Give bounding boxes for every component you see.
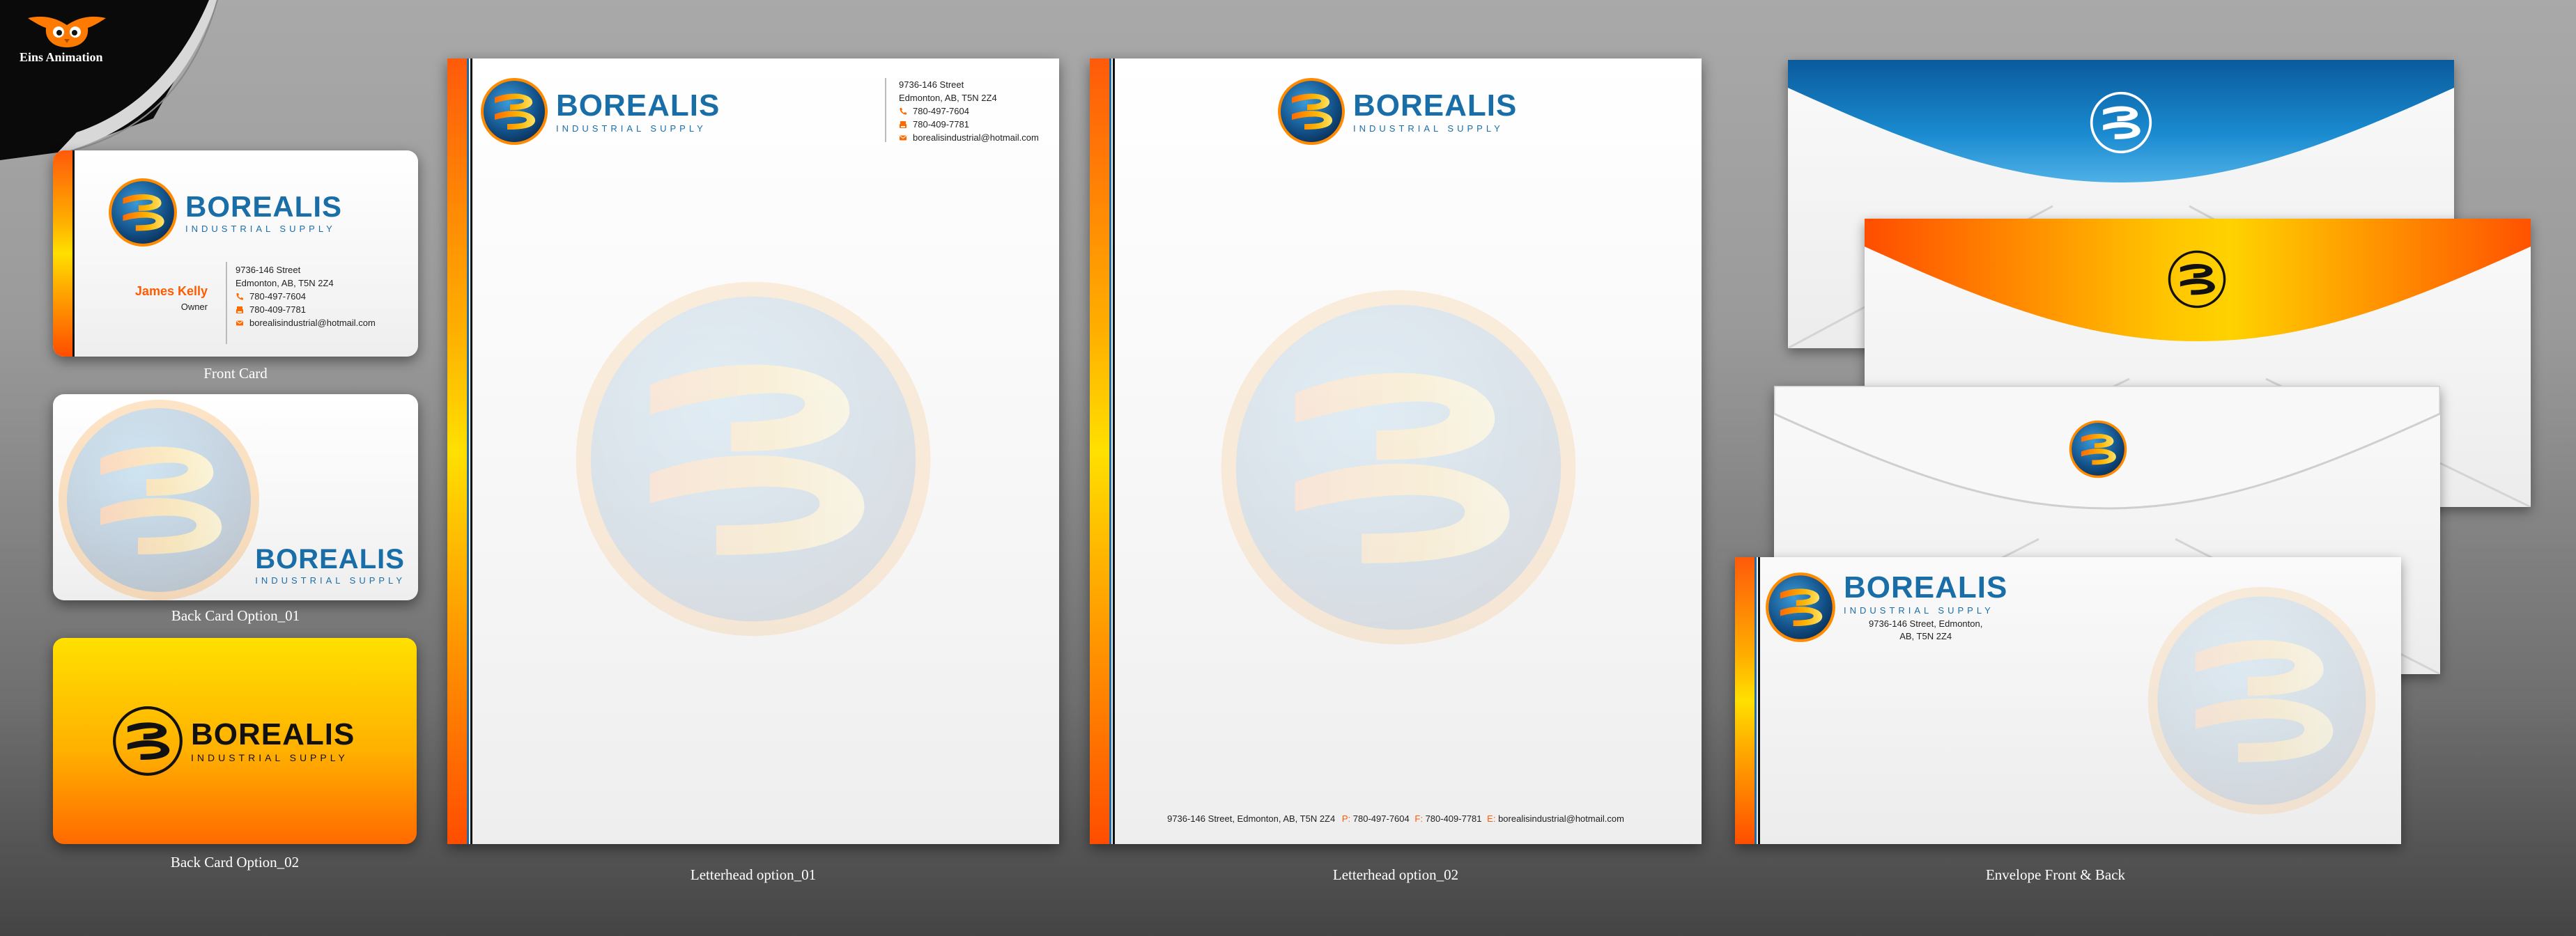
footer-address: 9736-146 Street, Edmonton, AB, T5N 2Z4 (1167, 813, 1336, 824)
caption-letterhead-02: Letterhead option_02 (1332, 866, 1459, 883)
brand-subtitle: INDUSTRIAL SUPPLY (191, 752, 348, 763)
envelope-address-line1: 9736-146 Street, Edmonton, (1869, 618, 1983, 629)
borealis-logo-icon (2068, 419, 2128, 479)
caption-front-card: Front Card (203, 365, 268, 382)
brand-subtitle: INDUSTRIAL SUPPLY (556, 123, 707, 134)
contact-phone: 780-497-7604 (913, 106, 969, 116)
corner-badge: Eins Animation (0, 0, 223, 160)
fax-icon (899, 120, 907, 129)
contact-phone: 780-497-7604 (249, 291, 306, 302)
brand-name: BOREALIS (255, 544, 405, 575)
footer-phone: 780-497-7604 (1352, 813, 1410, 824)
contact-street: 9736-146 Street (236, 265, 301, 275)
footer-fax-label: F: (1414, 813, 1423, 824)
borealis-logo-icon (1277, 77, 1346, 146)
contact-city: Edmonton, AB, T5N 2Z4 (899, 93, 997, 103)
logo-watermark-icon (2143, 582, 2380, 819)
letterhead-02-logo: BOREALIS INDUSTRIAL SUPPLY (1277, 77, 1517, 146)
back-card-option-02: BOREALIS INDUSTRIAL SUPPLY (53, 638, 417, 844)
letterhead-option-01: BOREALIS INDUSTRIAL SUPPLY 9736-146 Stre… (447, 58, 1059, 844)
letterhead-01-logo: BOREALIS INDUSTRIAL SUPPLY (479, 77, 720, 146)
logo-watermark-icon (1214, 283, 1583, 652)
envelope-front-logo: BOREALIS INDUSTRIAL SUPPLY 9736-146 Stre… (1764, 571, 2007, 644)
front-card: BOREALIS INDUSTRIAL SUPPLY James Kelly O… (53, 150, 418, 357)
contact-street: 9736-146 Street (899, 79, 964, 90)
brand-name: BOREALIS (1844, 570, 2008, 604)
brand-name: BOREALIS (185, 189, 343, 223)
mail-icon (899, 134, 907, 142)
caption-back-card-02: Back Card Option_02 (170, 854, 300, 871)
footer-phone-label: P: (1341, 813, 1351, 824)
phone-icon (236, 292, 244, 301)
logo-watermark-icon (569, 274, 938, 644)
caption-back-card-01: Back Card Option_01 (171, 607, 300, 624)
brand-name: BOREALIS (191, 717, 355, 751)
borealis-logo-icon (111, 705, 184, 777)
footer-email-label: E: (1487, 813, 1496, 824)
borealis-logo-white-icon (2089, 91, 2153, 155)
front-card-logo: BOREALIS INDUSTRIAL SUPPLY (107, 177, 342, 248)
back-card-01-logo: BOREALIS INDUSTRIAL SUPPLY (255, 545, 406, 585)
card-edge-line (72, 150, 75, 357)
borealis-logo-icon (1764, 571, 1837, 644)
caption-letterhead-01: Letterhead option_01 (690, 866, 817, 883)
stationery-mockup: Eins Animation BOREALIS INDUSTRIAL SUPPL… (0, 0, 2576, 936)
contact-fax: 780-409-7781 (249, 304, 306, 315)
front-card-divider (226, 262, 227, 344)
contact-fax: 780-409-7781 (913, 119, 969, 130)
fax-icon (236, 306, 244, 314)
brand-name: BOREALIS (556, 88, 720, 123)
person-name: James Kelly (134, 284, 208, 298)
brand-name: BOREALIS (1353, 88, 1518, 123)
mail-icon (236, 319, 244, 327)
envelope-address-line2: AB, T5N 2Z4 (1899, 630, 1952, 641)
envelope-address: 9736-146 Street, Edmonton, AB, T5N 2Z4 (1844, 618, 2007, 643)
contact-email: borealisindustrial@hotmail.com (249, 318, 376, 328)
footer-fax: 780-409-7781 (1425, 813, 1482, 824)
phone-icon (899, 107, 907, 116)
brand-subtitle: INDUSTRIAL SUPPLY (1844, 604, 1994, 616)
borealis-logo-mono-icon (2167, 249, 2227, 309)
borealis-logo-icon (107, 177, 178, 248)
card-edge-stripe (53, 150, 72, 357)
front-card-contact: 9736-146 Street Edmonton, AB, T5N 2Z4 78… (236, 263, 376, 329)
brand-subtitle: INDUSTRIAL SUPPLY (255, 575, 406, 586)
brand-subtitle: INDUSTRIAL SUPPLY (1353, 123, 1504, 134)
owl-mascot-icon (28, 16, 106, 47)
logo-watermark-icon (54, 396, 263, 600)
back-card-02-logo: BOREALIS INDUSTRIAL SUPPLY (111, 705, 355, 777)
footer-email: borealisindustrial@hotmail.com (1498, 813, 1624, 824)
corner-label: Eins Animation (20, 50, 103, 64)
caption-envelope: Envelope Front & Back (1985, 866, 2126, 883)
letterhead-01-contact: 9736-146 Street Edmonton, AB, T5N 2Z4 78… (899, 78, 1039, 144)
borealis-logo-icon (479, 77, 549, 146)
envelope-front: BOREALIS INDUSTRIAL SUPPLY 9736-146 Stre… (1735, 557, 2401, 844)
front-card-person: James Kelly Owner (135, 284, 208, 312)
contact-city: Edmonton, AB, T5N 2Z4 (236, 278, 334, 288)
back-card-option-01: BOREALIS INDUSTRIAL SUPPLY (53, 394, 418, 600)
letterhead-option-02: BOREALIS INDUSTRIAL SUPPLY 9736-146 Stre… (1090, 58, 1702, 844)
person-title: Owner (180, 302, 208, 312)
brand-subtitle: INDUSTRIAL SUPPLY (185, 223, 336, 234)
letterhead-02-footer: 9736-146 Street, Edmonton, AB, T5N 2Z4 P… (1090, 813, 1702, 824)
contact-email: borealisindustrial@hotmail.com (913, 132, 1039, 143)
